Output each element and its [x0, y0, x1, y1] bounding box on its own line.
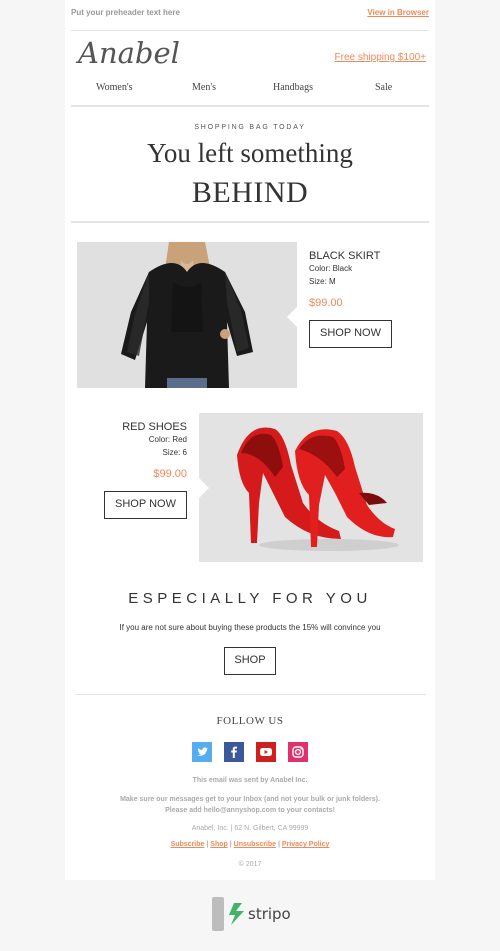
product-size: Size: 6 — [162, 448, 187, 457]
preheader-text: Put your preheader text here — [71, 8, 180, 17]
product-name: RED SHOES — [122, 421, 187, 433]
footer-copyright: © 2017 — [238, 861, 262, 868]
unsubscribe-link[interactable]: Unsubscribe — [234, 841, 276, 848]
footer-links: Subscribe | Shop | Unsubscribe | Privacy… — [170, 841, 330, 848]
stripo-badge[interactable]: stripo — [212, 897, 291, 931]
free-shipping-link[interactable]: Free shipping $100+ — [335, 52, 426, 63]
divider — [75, 694, 426, 695]
product-color: Color: Red — [148, 435, 187, 444]
logo[interactable]: Anabel — [78, 36, 180, 70]
hero-title: You left something — [147, 138, 353, 168]
privacy-policy-link[interactable]: Privacy Policy — [282, 841, 329, 848]
nav-item-women[interactable]: Women's — [96, 82, 133, 93]
twitter-icon[interactable] — [192, 742, 212, 762]
youtube-icon[interactable] — [256, 742, 276, 762]
follow-us-title: FOLLOW US — [216, 715, 284, 727]
product-color: Color: Black — [309, 264, 353, 273]
footer-inbox-line1: Make sure our messages get to your Inbox… — [120, 796, 380, 803]
facebook-icon[interactable] — [224, 742, 244, 762]
main-nav: Women's Men's Handbags Sale — [65, 82, 435, 96]
nav-item-men[interactable]: Men's — [192, 82, 216, 93]
view-in-browser-link[interactable]: View in Browser — [367, 8, 429, 17]
shop-now-button[interactable]: SHOP NOW — [104, 491, 187, 519]
product-name: BLACK SKIRT — [309, 250, 381, 262]
nav-item-handbags[interactable]: Handbags — [273, 82, 313, 93]
shop-now-button[interactable]: SHOP NOW — [309, 320, 392, 348]
notch — [199, 478, 209, 498]
product-price: $99.00 — [153, 468, 187, 480]
footer-sent-by: This email was sent by Anabel Inc. — [192, 777, 308, 784]
divider — [71, 105, 429, 107]
promo-title: ESPECIALLY FOR YOU — [128, 590, 372, 607]
shop-button[interactable]: SHOP — [224, 647, 276, 675]
black-skirt-image[interactable] — [77, 242, 297, 388]
red-shoes-image[interactable] — [199, 413, 423, 562]
divider — [71, 221, 429, 223]
footer-inbox-line2: Please add hello@annyshop.com to your co… — [165, 807, 335, 814]
divider — [71, 30, 429, 31]
promo-text: If you are not sure about buying these p… — [119, 623, 381, 632]
hero-kicker: SHOPPING BAG TODAY — [194, 124, 306, 131]
instagram-icon[interactable] — [288, 742, 308, 762]
stripo-label: stripo — [248, 905, 291, 923]
footer-address: Anabel, Inc. | 62 N. Gilbert, CA 99999 — [191, 825, 309, 832]
subscribe-link[interactable]: Subscribe — [171, 841, 205, 848]
product-price: $99.00 — [309, 297, 343, 309]
notch — [287, 307, 297, 327]
nav-item-sale[interactable]: Sale — [375, 82, 392, 93]
product-size: Size: M — [309, 277, 336, 286]
shop-link[interactable]: Shop — [210, 841, 228, 848]
hero-subtitle: BEHIND — [191, 176, 309, 209]
